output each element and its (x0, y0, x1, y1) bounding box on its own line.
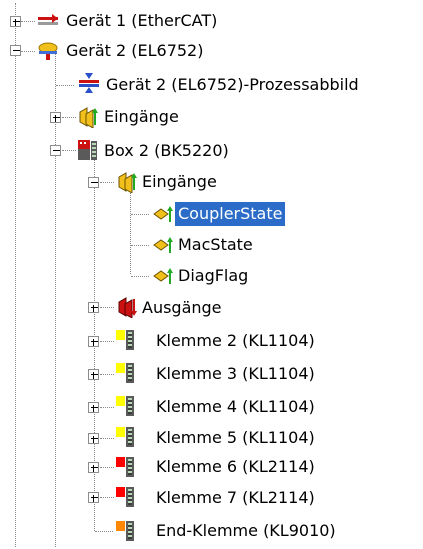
terminal-digital-output-icon (116, 485, 138, 507)
end-terminal-icon (116, 519, 138, 541)
tree-node-label: End-Klemme (KL9010) (156, 521, 336, 540)
tree-node-label: Klemme 3 (KL1104) (156, 364, 315, 383)
terminal-digital-input-icon (116, 361, 138, 383)
tree-line (131, 276, 149, 277)
expand-toggle[interactable] (88, 336, 99, 347)
collapse-toggle[interactable] (88, 177, 99, 188)
tree-line (131, 214, 149, 215)
tree-node-label: Eingänge (142, 172, 217, 191)
tree-line (130, 188, 131, 274)
tree-node-label: Klemme 7 (KL2114) (156, 488, 315, 507)
tree-node-label: Klemme 2 (KL1104) (156, 331, 315, 350)
tree-line (21, 51, 35, 52)
expand-toggle[interactable] (88, 492, 99, 503)
tree-line (62, 150, 76, 151)
tree-line (100, 467, 114, 468)
tree-node-label: MacState (178, 235, 253, 254)
bus-coupler-icon (77, 139, 99, 161)
tree-node-label: Klemme 4 (KL1104) (156, 397, 315, 416)
tree-node-label: Gerät 1 (EtherCAT) (66, 11, 218, 30)
canopen-device-icon (37, 40, 59, 62)
tree-line (100, 307, 114, 308)
tree-line (100, 438, 114, 439)
terminal-digital-input-icon (116, 394, 138, 416)
ethercat-device-icon (37, 10, 59, 32)
tree-line (131, 245, 149, 246)
expand-toggle[interactable] (88, 462, 99, 473)
tree-node-label: Ausgänge (142, 298, 222, 317)
tree-line (100, 497, 114, 498)
input-variable-icon (152, 203, 174, 225)
expand-toggle[interactable] (50, 112, 61, 123)
tree-line (100, 341, 114, 342)
expand-toggle[interactable] (88, 302, 99, 313)
outputs-icon (116, 296, 138, 319)
tree-node-label: Gerät 2 (EL6752) (66, 41, 204, 60)
terminal-digital-output-icon (116, 455, 138, 477)
tree-line (56, 85, 74, 86)
input-variable-icon (152, 265, 174, 287)
tree-node-label: Klemme 5 (KL1104) (156, 428, 315, 447)
tree-line (100, 407, 114, 408)
process-image-icon (78, 72, 100, 94)
tree-line (100, 182, 114, 183)
terminal-digital-input-icon (116, 425, 138, 447)
collapse-toggle[interactable] (50, 145, 61, 156)
tree-line (21, 21, 35, 22)
tree-node-label: Klemme 6 (KL2114) (156, 457, 315, 476)
tree-line (62, 117, 76, 118)
tree-node-label: Eingänge (104, 107, 179, 126)
inputs-icon (116, 171, 138, 194)
tree-node-label: Box 2 (BK5220) (104, 141, 229, 160)
collapse-toggle[interactable] (10, 45, 21, 56)
tree-line (15, 3, 16, 547)
tree-node-label: Gerät 2 (EL6752)-Prozessabbild (106, 75, 359, 94)
expand-toggle[interactable] (88, 433, 99, 444)
device-tree: Gerät 1 (EtherCAT) Gerät 2 (EL6752) Gerä… (0, 0, 423, 549)
expand-toggle[interactable] (88, 402, 99, 413)
tree-line (95, 531, 113, 532)
tree-node-label: CouplerState (175, 202, 286, 226)
expand-toggle[interactable] (88, 369, 99, 380)
expand-toggle[interactable] (10, 16, 21, 27)
input-variable-icon (152, 234, 174, 256)
terminal-digital-input-icon (116, 328, 138, 350)
tree-line (100, 374, 114, 375)
inputs-icon (77, 106, 99, 129)
tree-node-label: DiagFlag (178, 266, 249, 285)
